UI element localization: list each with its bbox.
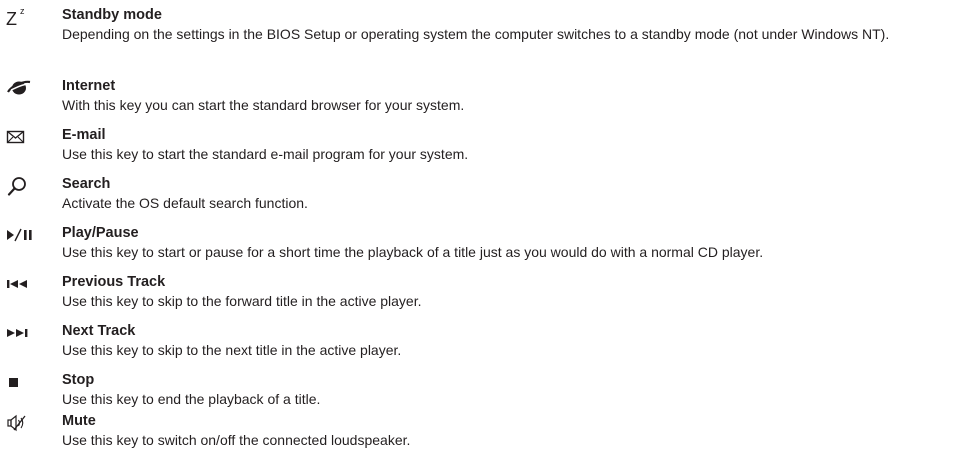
key-entry-previous-track: Previous Track Use this key to skip to t… bbox=[0, 273, 957, 313]
key-entry-standby: Zz Standby mode Depending on the setting… bbox=[0, 6, 957, 68]
entry-description: Use this key to skip to the forward titl… bbox=[62, 293, 422, 309]
search-magnifier-icon bbox=[6, 177, 36, 196]
entry-description: Use this key to switch on/off the connec… bbox=[62, 432, 411, 448]
entry-title: Internet bbox=[62, 78, 116, 94]
entry-description: Use this key to start the standard e-mai… bbox=[62, 146, 469, 162]
entry-title: Play/Pause bbox=[62, 225, 139, 241]
standby-z-icon: Zz bbox=[6, 6, 25, 29]
envelope-icon bbox=[6, 128, 36, 146]
mute-speaker-icon bbox=[6, 414, 36, 432]
key-entry-internet: Internet With this key you can start the… bbox=[0, 77, 957, 117]
key-entry-next-track: Next Track Use this key to skip to the n… bbox=[0, 322, 957, 362]
entry-title: Search bbox=[62, 176, 111, 192]
entry-title: E-mail bbox=[62, 127, 106, 143]
entry-description: Use this key to end the playback of a ti… bbox=[62, 391, 321, 407]
key-entry-search: Search Activate the OS default search fu… bbox=[0, 175, 957, 215]
next-track-icon bbox=[6, 324, 36, 342]
entry-description: Depending on the settings in the BIOS Se… bbox=[62, 26, 890, 42]
key-entry-email: E-mail Use this key to start the standar… bbox=[0, 126, 957, 166]
entry-title: Mute bbox=[62, 413, 96, 429]
stop-icon bbox=[6, 373, 36, 391]
key-entry-stop: Stop Use this key to end the playback of… bbox=[0, 371, 957, 411]
entry-description: Use this key to start or pause for a sho… bbox=[62, 244, 764, 260]
entry-description: Activate the OS default search function. bbox=[62, 195, 308, 211]
entry-title: Standby mode bbox=[62, 7, 162, 23]
previous-track-icon bbox=[6, 275, 36, 293]
entry-title: Previous Track bbox=[62, 274, 166, 290]
key-entry-play-pause: Play/Pause Use this key to start or paus… bbox=[0, 224, 957, 264]
internet-globe-icon bbox=[6, 79, 36, 97]
key-entry-mute: Mute Use this key to switch on/off the c… bbox=[0, 412, 957, 452]
play-pause-icon bbox=[6, 226, 36, 244]
entry-title: Next Track bbox=[62, 323, 136, 339]
entry-description: Use this key to skip to the next title i… bbox=[62, 342, 402, 358]
entry-title: Stop bbox=[62, 372, 95, 388]
entry-description: With this key you can start the standard… bbox=[62, 97, 465, 113]
